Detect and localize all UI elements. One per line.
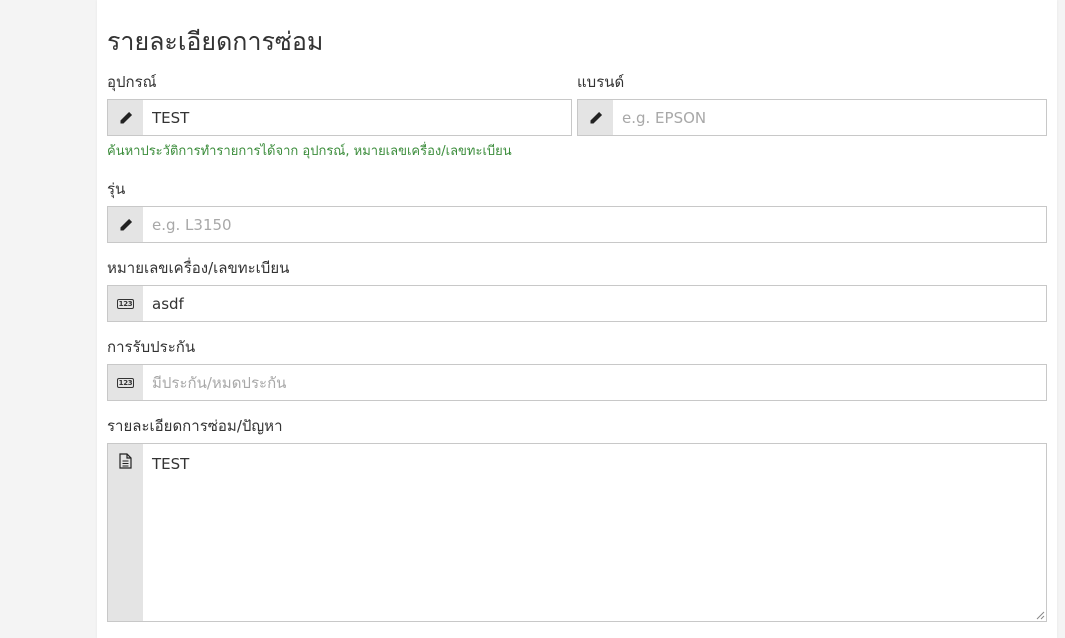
serial-input[interactable] bbox=[143, 286, 1046, 321]
warranty-input-group: 123 bbox=[107, 364, 1047, 401]
pencil-icon bbox=[578, 100, 613, 135]
model-input[interactable] bbox=[143, 207, 1046, 242]
document-icon bbox=[108, 444, 143, 621]
numbers-icon: 123 bbox=[108, 365, 143, 400]
brand-input[interactable] bbox=[613, 100, 1046, 135]
problem-input-group bbox=[107, 443, 1047, 622]
pencil-icon bbox=[108, 100, 143, 135]
model-input-group bbox=[107, 206, 1047, 243]
resize-handle[interactable] bbox=[1036, 611, 1045, 620]
model-label: รุ่น bbox=[107, 180, 126, 198]
warranty-label: การรับประกัน bbox=[107, 338, 196, 356]
problem-label: รายละเอียดการซ่อม/ปัญหา bbox=[107, 417, 283, 435]
device-label: อุปกรณ์ bbox=[107, 73, 157, 91]
brand-input-group bbox=[577, 99, 1047, 136]
pencil-icon bbox=[108, 207, 143, 242]
brand-label: แบรนด์ bbox=[577, 73, 625, 91]
serial-label: หมายเลขเครื่อง/เลขทะเบียน bbox=[107, 259, 290, 277]
warranty-input[interactable] bbox=[143, 365, 1046, 400]
numbers-icon-text: 123 bbox=[116, 377, 135, 388]
numbers-icon: 123 bbox=[108, 286, 143, 321]
repair-details-card: รายละเอียดการซ่อม อุปกรณ์ ค้นหาประวัติกา… bbox=[97, 0, 1057, 638]
numbers-icon-text: 123 bbox=[116, 298, 135, 309]
device-search-help: ค้นหาประวัติการทำรายการได้จาก อุปกรณ์, ห… bbox=[107, 144, 512, 159]
serial-input-group: 123 bbox=[107, 285, 1047, 322]
section-title: รายละเอียดการซ่อม bbox=[107, 27, 324, 56]
device-input-group bbox=[107, 99, 572, 136]
device-input[interactable] bbox=[143, 100, 571, 135]
problem-textarea[interactable] bbox=[143, 444, 1046, 621]
